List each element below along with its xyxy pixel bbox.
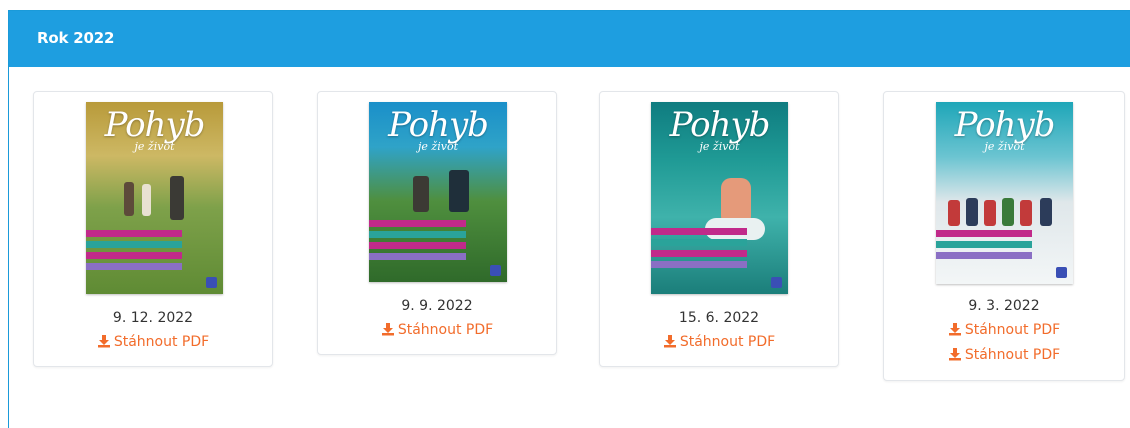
cover-brand: Pohyb bbox=[104, 105, 206, 145]
issue-card: Pohyb je život 9. 9. 2022 Stáhnout PDF bbox=[317, 91, 557, 355]
cover-subtitle: je život bbox=[984, 140, 1025, 153]
issue-date: 15. 6. 2022 bbox=[678, 310, 760, 326]
download-icon bbox=[97, 334, 111, 348]
publisher-logo bbox=[206, 277, 217, 288]
issue-card: Pohyb je život 9. 12. 2022 Stáhnout PDF bbox=[33, 91, 273, 367]
panel-header: Rok 2022 bbox=[9, 11, 1130, 67]
publisher-logo bbox=[771, 277, 782, 288]
year-panel: Rok 2022 Pohyb je život 9. 12. 2022 Stáh… bbox=[8, 10, 1130, 428]
download-pdf-link[interactable]: Stáhnout PDF bbox=[34, 334, 272, 350]
download-icon bbox=[381, 322, 395, 336]
download-pdf-link[interactable]: Stáhnout PDF bbox=[318, 322, 556, 338]
download-pdf-link[interactable]: Stáhnout PDF bbox=[884, 322, 1124, 338]
cover-brand: Pohyb bbox=[954, 105, 1056, 145]
publisher-logo bbox=[1056, 267, 1067, 278]
download-pdf-link[interactable]: Stáhnout PDF bbox=[884, 347, 1124, 363]
issue-date: 9. 3. 2022 bbox=[968, 298, 1040, 314]
issue-cover[interactable]: Pohyb je život bbox=[369, 102, 507, 282]
cover-subtitle: je život bbox=[134, 140, 175, 153]
download-icon bbox=[948, 347, 962, 361]
cover-subtitle: je život bbox=[699, 140, 740, 153]
download-pdf-label: Stáhnout PDF bbox=[964, 322, 1061, 338]
issue-card: Pohyb je život 9. 3. 2022 Stáhnout PDF S… bbox=[883, 91, 1125, 381]
cover-brand: Pohyb bbox=[669, 105, 771, 145]
download-pdf-link[interactable]: Stáhnout PDF bbox=[600, 334, 838, 350]
download-pdf-label: Stáhnout PDF bbox=[113, 334, 210, 350]
issue-card: Pohyb je život 15. 6. 2022 Stáhnout PDF bbox=[599, 91, 839, 367]
download-pdf-label: Stáhnout PDF bbox=[964, 347, 1061, 363]
cover-brand: Pohyb bbox=[388, 105, 489, 145]
issue-date: 9. 9. 2022 bbox=[401, 298, 473, 314]
panel-title: Rok 2022 bbox=[37, 29, 115, 47]
download-pdf-label: Stáhnout PDF bbox=[679, 334, 776, 350]
issue-cover[interactable]: Pohyb je život bbox=[651, 102, 788, 294]
cover-subtitle: je život bbox=[418, 140, 458, 153]
issue-cover[interactable]: Pohyb je život bbox=[936, 102, 1073, 284]
download-icon bbox=[948, 322, 962, 336]
issue-date: 9. 12. 2022 bbox=[112, 310, 194, 326]
issue-cover[interactable]: Pohyb je život bbox=[86, 102, 223, 294]
download-icon bbox=[663, 334, 677, 348]
download-pdf-label: Stáhnout PDF bbox=[397, 322, 494, 338]
publisher-logo bbox=[490, 265, 501, 276]
